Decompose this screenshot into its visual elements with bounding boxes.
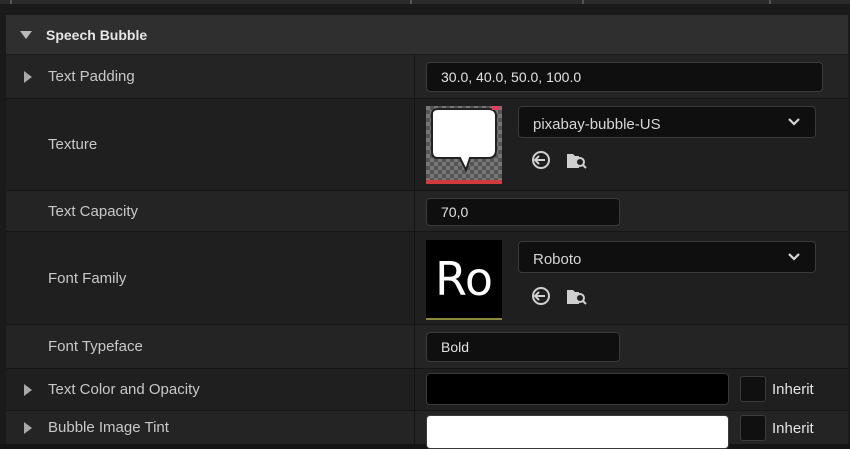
row-text-color: Text Color and Opacity Inherit xyxy=(6,369,848,411)
row-value-cell: Ro Roboto xyxy=(415,232,848,324)
row-value-cell: 30.0, 40.0, 50.0, 100.0 xyxy=(415,55,848,98)
row-name-cell: Texture xyxy=(6,99,414,190)
row-value-cell: Bold xyxy=(415,325,848,368)
folder-search-icon[interactable] xyxy=(565,285,587,307)
caret-down-icon[interactable] xyxy=(20,30,32,39)
row-font-typeface: Font Typeface Bold xyxy=(6,325,848,369)
row-value-cell: Inherit xyxy=(415,369,848,410)
row-name-cell: Font Typeface xyxy=(6,325,414,368)
details-panel: Speech Bubble Text Padding 30.0, 40.0, 5… xyxy=(0,0,850,449)
font-thumbnail[interactable]: Ro xyxy=(426,240,502,320)
caret-right-icon[interactable] xyxy=(24,422,32,434)
text-color-swatch[interactable] xyxy=(426,373,729,405)
font-preview-text: Ro xyxy=(434,252,494,306)
row-name-cell: Text Color and Opacity xyxy=(6,369,414,410)
text-color-inherit[interactable]: Inherit xyxy=(740,376,814,402)
row-font-family: Font Family Ro Roboto xyxy=(6,232,848,325)
row-value-cell: 70,0 xyxy=(415,191,848,231)
row-text-capacity: Text Capacity 70,0 xyxy=(6,191,848,232)
property-label: Text Color and Opacity xyxy=(48,381,200,398)
inherit-label: Inherit xyxy=(772,419,814,437)
chevron-down-icon xyxy=(788,118,800,126)
text-padding-input[interactable]: 30.0, 40.0, 50.0, 100.0 xyxy=(426,62,823,92)
property-label: Font Family xyxy=(48,269,127,287)
bubble-tint-inherit[interactable]: Inherit xyxy=(740,415,814,441)
row-bubble-image-tint: Bubble Image Tint Inherit xyxy=(6,411,848,449)
caret-right-icon[interactable] xyxy=(24,71,32,83)
speech-bubble-category[interactable]: Speech Bubble xyxy=(6,15,848,55)
row-name-cell: Text Padding xyxy=(6,55,414,98)
top-scroll-strip xyxy=(0,0,850,4)
font-asset-name: Roboto xyxy=(533,251,582,268)
category-title: Speech Bubble xyxy=(46,26,148,43)
arrow-left-circle-icon[interactable] xyxy=(530,285,552,307)
row-name-cell: Font Family xyxy=(6,232,414,324)
font-typeface-combo[interactable]: Bold xyxy=(426,332,620,362)
row-texture: Texture pixabay-bubble-US xyxy=(6,99,848,191)
text-capacity-input[interactable]: 70,0 xyxy=(426,198,620,226)
texture-asset-dropdown[interactable]: pixabay-bubble-US xyxy=(518,106,816,138)
speech-bubble-image xyxy=(431,108,497,173)
row-name-cell: Bubble Image Tint xyxy=(6,411,414,444)
property-label: Texture xyxy=(48,136,98,153)
texture-asset-name: pixabay-bubble-US xyxy=(533,116,661,133)
row-value-cell: Inherit xyxy=(415,411,848,449)
folder-search-icon[interactable] xyxy=(565,149,587,171)
property-label: Font Typeface xyxy=(48,338,143,355)
property-label: Text Capacity xyxy=(48,202,139,220)
font-asset-dropdown[interactable]: Roboto xyxy=(518,241,816,273)
property-label: Text Padding xyxy=(48,68,135,85)
row-text-padding: Text Padding 30.0, 40.0, 50.0, 100.0 xyxy=(6,55,848,99)
row-value-cell: pixabay-bubble-US xyxy=(415,99,848,190)
chevron-down-icon xyxy=(788,253,800,261)
inherit-checkbox[interactable] xyxy=(740,376,766,402)
caret-right-icon[interactable] xyxy=(24,384,32,396)
texture-thumbnail[interactable] xyxy=(426,106,502,184)
row-name-cell: Text Capacity xyxy=(6,191,414,231)
inherit-label: Inherit xyxy=(772,380,814,398)
inherit-checkbox[interactable] xyxy=(740,415,766,441)
property-label: Bubble Image Tint xyxy=(48,419,169,436)
arrow-left-circle-icon[interactable] xyxy=(530,149,552,171)
